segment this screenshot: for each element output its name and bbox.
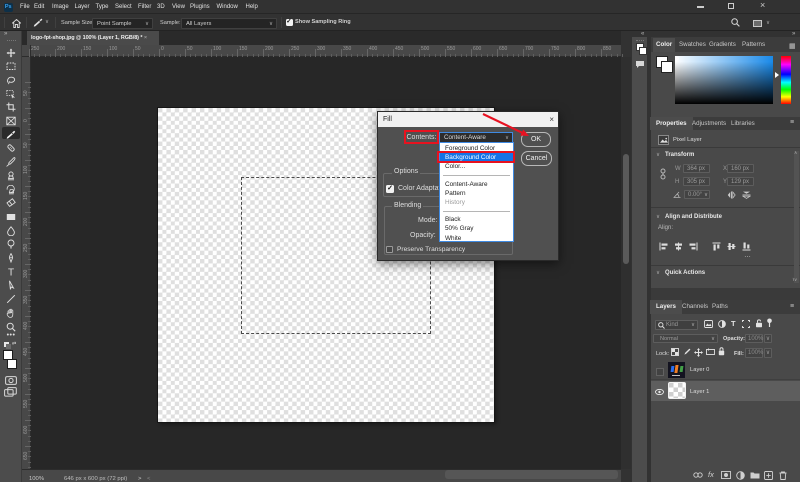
svg-text:T: T [8,267,14,276]
